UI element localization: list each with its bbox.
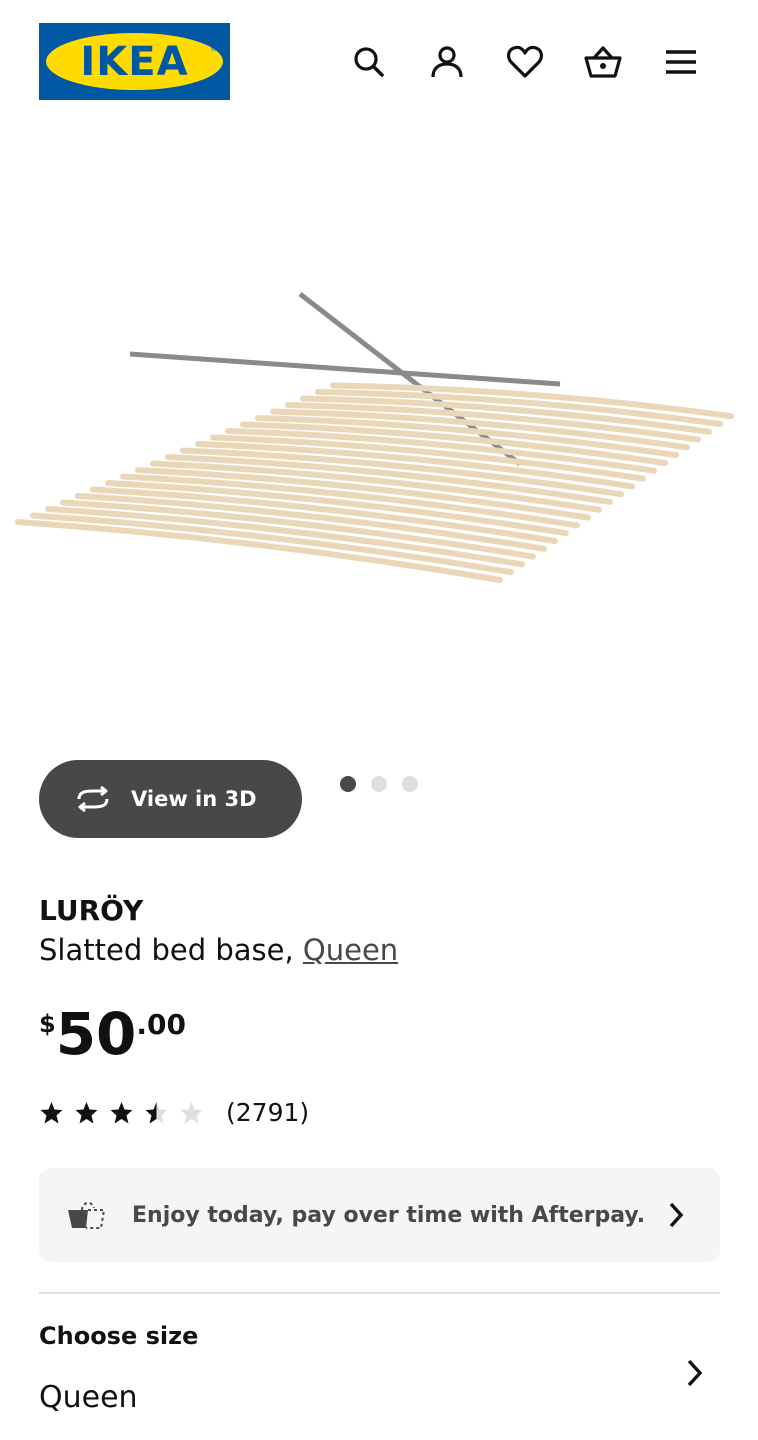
product-size-link[interactable]: Queen <box>303 933 398 967</box>
size-chevron-right-icon[interactable] <box>682 1356 708 1390</box>
price-decimal: .00 <box>136 1008 187 1041</box>
chevron-right-icon <box>669 1202 684 1228</box>
afterpay-banner[interactable]: Enjoy today, pay over time with Afterpay… <box>39 1168 720 1262</box>
price-currency: $ <box>39 1010 56 1038</box>
logo-text: IKEA <box>80 38 189 85</box>
image-pagination <box>340 776 418 792</box>
account-icon[interactable] <box>425 40 469 84</box>
star-icon <box>145 1101 168 1123</box>
rotate-3d-icon <box>77 786 109 812</box>
view-in-3d-label: View in 3D <box>131 787 257 811</box>
rating-stars <box>39 1101 204 1125</box>
pagination-dot-2[interactable] <box>371 776 387 792</box>
slatted-bed-base-image <box>15 292 734 583</box>
header: IKEA ® <box>0 0 758 124</box>
product-rating[interactable]: (2791) <box>39 1098 309 1127</box>
review-count: (2791) <box>226 1098 310 1127</box>
logo-registered-mark: ® <box>210 45 217 53</box>
search-icon[interactable] <box>347 40 391 84</box>
star-icon <box>180 1101 203 1123</box>
choose-size-title: Choose size <box>39 1322 199 1350</box>
product-image-area[interactable]: View in 3D <box>0 124 758 838</box>
product-description: Slatted bed base, Queen <box>39 933 398 967</box>
afterpay-text: Enjoy today, pay over time with Afterpay… <box>132 1202 646 1228</box>
heart-icon[interactable] <box>503 40 547 84</box>
star-icon <box>110 1101 133 1123</box>
star-icon <box>75 1101 98 1123</box>
product-price: $ 50 .00 <box>39 1002 186 1072</box>
afterpay-basket-icon <box>68 1202 106 1229</box>
star-icon <box>40 1101 63 1123</box>
pagination-dot-1[interactable] <box>340 776 356 792</box>
basket-icon[interactable] <box>581 40 625 84</box>
product-name: LURÖY <box>39 894 144 927</box>
pagination-dot-3[interactable] <box>402 776 418 792</box>
price-integer: 50 <box>55 1000 137 1068</box>
ikea-logo[interactable]: IKEA ® <box>39 23 230 100</box>
section-divider <box>39 1292 720 1294</box>
view-in-3d-button[interactable]: View in 3D <box>39 760 302 838</box>
selected-size-value[interactable]: Queen <box>39 1380 138 1415</box>
product-type: Slatted bed base, <box>39 933 294 967</box>
menu-icon[interactable] <box>659 40 703 84</box>
